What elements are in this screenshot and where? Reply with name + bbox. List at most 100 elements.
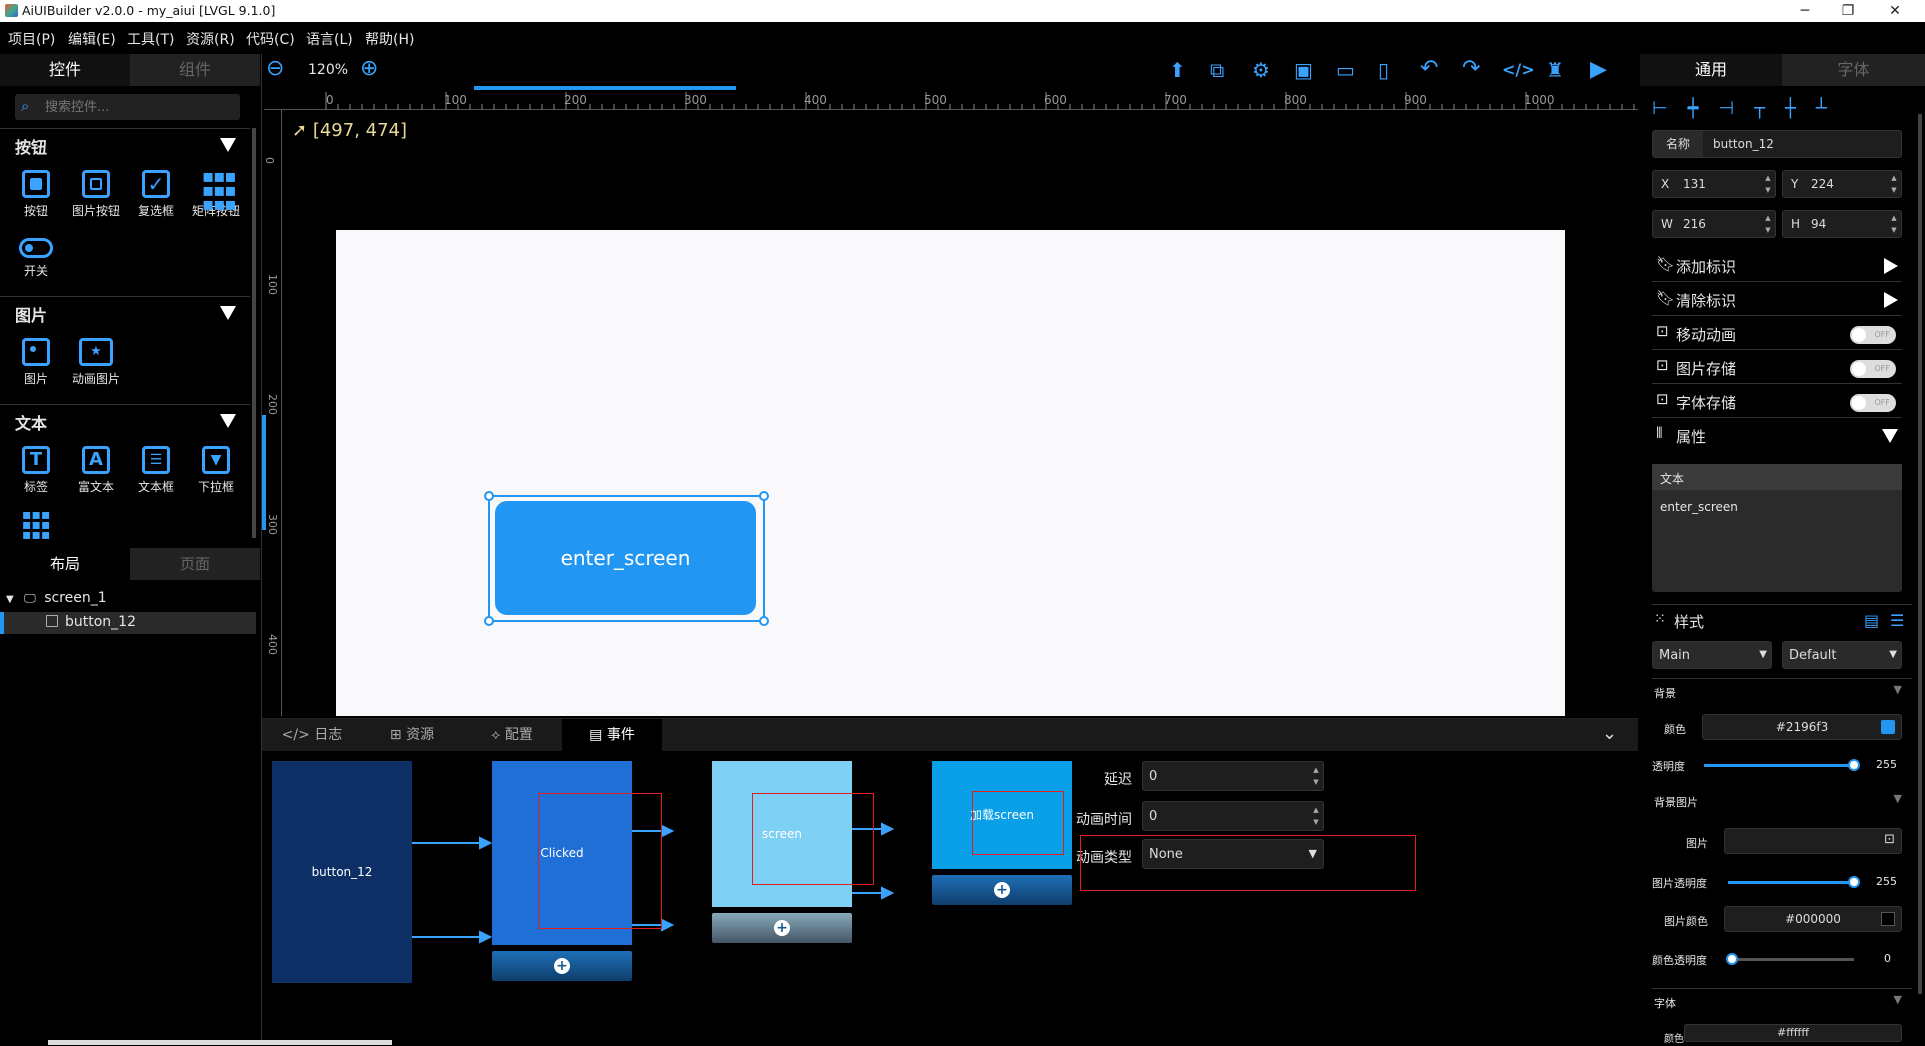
tab-widgets[interactable]: 控件	[0, 54, 130, 86]
image-store-toggle[interactable]: OFF	[1850, 360, 1896, 378]
tree-item-screen[interactable]: ▼ 🖵 screen_1	[6, 590, 256, 612]
add-event-button[interactable]: +	[492, 951, 632, 981]
clean-icon[interactable]: ♜	[1546, 58, 1564, 82]
upload-icon[interactable]: ⬆	[1169, 58, 1186, 82]
list-view-icon[interactable]: ☰	[1890, 611, 1904, 630]
section-buttons[interactable]: 按钮	[0, 128, 250, 158]
widget-anim-image[interactable]: ★ 动画图片	[66, 338, 126, 398]
img-opa-slider[interactable]	[1728, 876, 1860, 888]
h-field[interactable]: H 94 ▲ ▼	[1782, 210, 1902, 238]
widget-button-matrix[interactable]: ▪▪▪ ▪▪▪ ▪▪▪ 矩阵按钮	[186, 168, 246, 230]
zoom-out-icon[interactable]: ⊖	[266, 56, 284, 81]
x-field[interactable]: X 131 ▲ ▼	[1652, 170, 1776, 198]
tab-pages[interactable]: 页面	[130, 548, 260, 580]
search-input[interactable]	[45, 97, 230, 117]
right-scrollbar[interactable]	[1918, 114, 1922, 994]
color-swatch[interactable]	[1881, 720, 1895, 734]
spin-down-icon[interactable]: ▼	[1763, 186, 1773, 194]
save-icon[interactable]: ▣	[1294, 58, 1313, 82]
image-picker-icon[interactable]: ⊡	[1884, 832, 1895, 847]
color-swatch[interactable]	[1881, 912, 1895, 926]
widget-dropdown[interactable]: ▼ 下拉框	[186, 446, 246, 506]
spin-up-icon[interactable]: ▲	[1311, 766, 1321, 774]
section-text[interactable]: 文本	[0, 404, 250, 434]
move-anim-toggle[interactable]: OFF	[1850, 326, 1896, 344]
menu-edit[interactable]: 编辑(E)	[68, 29, 116, 49]
tab-log[interactable]: </> 日志	[272, 719, 352, 751]
color-opa-slider[interactable]	[1726, 953, 1854, 965]
menu-help[interactable]: 帮助(H)	[365, 29, 414, 49]
widget-image-button[interactable]: 图片按钮	[66, 170, 126, 230]
spin-up-icon[interactable]: ▲	[1311, 806, 1321, 814]
tab-events[interactable]: ▤ 事件	[562, 719, 662, 751]
properties-row[interactable]: ⦀ 属性	[1652, 420, 1902, 452]
resize-handle[interactable]	[759, 616, 769, 626]
spin-up-icon[interactable]: ▲	[1889, 174, 1899, 182]
menu-project[interactable]: 项目(P)	[8, 29, 55, 49]
spin-down-icon[interactable]: ▼	[1889, 186, 1899, 194]
add-target-button[interactable]: +	[712, 913, 852, 943]
event-source-node[interactable]: button_12	[272, 761, 412, 983]
widget-richtext[interactable]: A 富文本	[66, 446, 126, 506]
collapse-panel-icon[interactable]: ⌄	[1602, 723, 1617, 744]
bg-color-field[interactable]: #2196f3	[1702, 714, 1902, 740]
tab-layout[interactable]: 布局	[0, 548, 130, 580]
spin-up-icon[interactable]: ▲	[1763, 214, 1773, 222]
resize-handle[interactable]	[759, 491, 769, 501]
spin-down-icon[interactable]: ▼	[1311, 778, 1321, 786]
canvas-button[interactable]: enter_screen	[495, 501, 756, 615]
spin-down-icon[interactable]: ▼	[1311, 818, 1321, 826]
resize-handle[interactable]	[484, 616, 494, 626]
tab-resources[interactable]: ⊞ 资源	[372, 719, 452, 751]
redo-icon[interactable]: ↷	[1462, 56, 1480, 81]
y-field[interactable]: Y 224 ▲ ▼	[1782, 170, 1902, 198]
screen-preview[interactable]: enter_screen	[336, 230, 1565, 716]
bgimg-section[interactable]: 背景图片 ▼	[1652, 788, 1912, 810]
style-view-icon[interactable]: ▤	[1864, 611, 1879, 630]
widget-button[interactable]: 按钮	[6, 170, 66, 230]
name-field[interactable]: 名称 button_12	[1652, 130, 1902, 158]
menu-resources[interactable]: 资源(R)	[186, 29, 235, 49]
spin-down-icon[interactable]: ▼	[1889, 226, 1899, 234]
menu-code[interactable]: 代码(C)	[246, 29, 295, 49]
code-icon[interactable]: </>	[1502, 60, 1535, 79]
delay-input[interactable]: 0 ▲ ▼	[1142, 761, 1324, 791]
menu-tools[interactable]: 工具(T)	[127, 29, 174, 49]
style-part-select[interactable]: Main ▼	[1652, 641, 1772, 669]
widget-checkbox[interactable]: ✓ 复选框	[126, 170, 186, 230]
zoom-in-icon[interactable]: ⊕	[360, 56, 378, 81]
section-images[interactable]: 图片	[0, 296, 250, 326]
run-icon[interactable]: ▶	[1590, 57, 1607, 82]
tree-item-button[interactable]: button_12	[0, 612, 256, 634]
bg-section[interactable]: 背景 ▼	[1652, 678, 1912, 700]
align-toolbar[interactable]: ⊢┿⊣┬┼┴	[1652, 98, 1902, 122]
selection-box[interactable]: enter_screen	[484, 491, 769, 626]
widget-label-item[interactable]: T 标签	[6, 446, 66, 506]
spin-up-icon[interactable]: ▲	[1889, 214, 1899, 222]
copy-icon[interactable]: ⧉	[1210, 58, 1224, 82]
scrollbar[interactable]	[252, 128, 256, 538]
tab-config[interactable]: ⟡ 配置	[472, 719, 552, 751]
new-file-icon[interactable]: ▯	[1378, 58, 1389, 82]
widget-image[interactable]: 图片	[6, 338, 66, 398]
restore-button[interactable]: ❐	[1828, 0, 1868, 22]
anim-time-input[interactable]: 0 ▲ ▼	[1142, 801, 1324, 831]
text-value[interactable]: enter_screen	[1660, 500, 1738, 514]
tab-components[interactable]: 组件	[130, 54, 260, 86]
settings-icon[interactable]: ⚙	[1252, 58, 1270, 82]
resize-handle[interactable]	[484, 491, 494, 501]
search-box[interactable]: ⌕	[15, 94, 240, 120]
add-marker-row[interactable]: 🔖︎ 添加标识	[1652, 250, 1902, 282]
font-store-toggle[interactable]: OFF	[1850, 394, 1896, 412]
close-button[interactable]: ✕	[1875, 0, 1915, 22]
opacity-slider[interactable]	[1704, 759, 1860, 771]
tab-general[interactable]: 通用	[1640, 54, 1782, 86]
font-section[interactable]: 字体 ▼	[1652, 988, 1912, 1010]
style-state-select[interactable]: Default ▼	[1782, 641, 1902, 669]
tab-font[interactable]: 字体	[1782, 54, 1925, 86]
img-field[interactable]: ⊡	[1724, 828, 1902, 854]
menu-language[interactable]: 语言(L)	[306, 29, 353, 49]
clear-marker-row[interactable]: 🔖︎ 清除标识	[1652, 284, 1902, 316]
spin-up-icon[interactable]: ▲	[1763, 174, 1773, 182]
add-action-button[interactable]: +	[932, 875, 1072, 905]
